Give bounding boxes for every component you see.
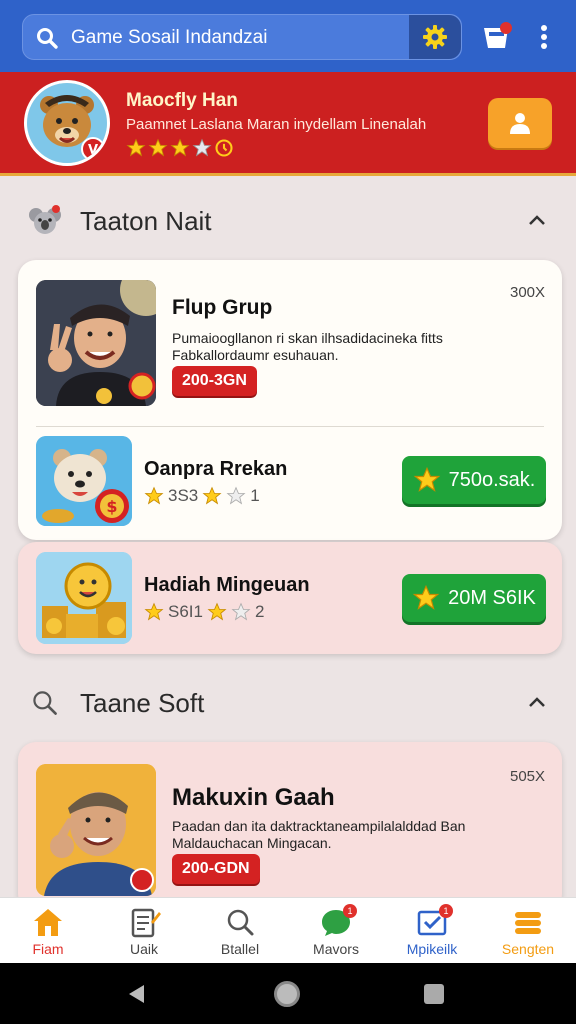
rating-text: S6I1 xyxy=(168,602,203,621)
avatar[interactable]: V xyxy=(24,80,110,166)
nav-item-notes[interactable]: Uaik xyxy=(96,898,192,963)
search-icon xyxy=(227,909,254,936)
nav-item-menu[interactable]: Sengten xyxy=(480,898,576,963)
search-icon xyxy=(37,28,58,49)
star-icon xyxy=(412,584,440,610)
recent-apps-button[interactable] xyxy=(424,984,444,1004)
claim-button[interactable]: 20M S6IK xyxy=(402,574,546,622)
system-navigation-bar xyxy=(0,963,576,1024)
star-empty-icon xyxy=(231,602,251,621)
item-title: Flup Grup xyxy=(172,296,273,319)
chevron-up-icon[interactable] xyxy=(526,212,548,228)
profile-name: Maocfly Han xyxy=(126,90,238,111)
search-input[interactable]: Game Sosail Indandzai xyxy=(71,27,267,49)
nav-item-search[interactable]: Btallel xyxy=(192,898,288,963)
rating-count: 2 xyxy=(254,602,265,621)
bear-avatar-icon: V xyxy=(27,83,107,163)
search-bar[interactable]: Game Sosail Indandzai xyxy=(22,14,462,60)
price-tag[interactable]: 200-GDN xyxy=(172,854,260,884)
item-title: Makuxin Gaah xyxy=(172,784,335,811)
section-title: Taaton Nait xyxy=(80,206,212,236)
section-header-2[interactable]: Taane Soft xyxy=(0,672,576,732)
search-icon xyxy=(33,691,57,715)
row-rating: 3S3 1 xyxy=(144,486,260,506)
nav-item-chat[interactable]: 1 Mavors xyxy=(288,898,384,963)
top-bar: Game Sosail Indandzai xyxy=(0,0,576,72)
row-thumbnail: $ xyxy=(36,436,132,526)
star-icon xyxy=(148,138,168,157)
cart-icon xyxy=(484,22,512,48)
coins-icon xyxy=(36,552,132,644)
profile-subtitle: Paamnet Laslana Maran inydellam Linenala… xyxy=(126,116,427,133)
nav-label: Sengten xyxy=(501,941,555,957)
person-image-icon xyxy=(36,280,156,406)
rating-text: 3S3 xyxy=(168,486,199,505)
multiplier-label: 300X xyxy=(510,284,546,301)
star-empty-icon xyxy=(192,138,212,157)
user-icon xyxy=(510,113,530,134)
timer-icon xyxy=(215,139,233,157)
nav-item-inbox[interactable]: 1 Mpikeilk xyxy=(384,898,480,963)
star-icon xyxy=(207,602,227,621)
profile-action-button[interactable] xyxy=(488,98,552,148)
row-rating: S6I1 2 xyxy=(144,602,264,622)
item-thumbnail xyxy=(36,764,156,896)
svg-text:$: $ xyxy=(106,497,117,516)
star-icon xyxy=(413,466,440,492)
back-icon[interactable] xyxy=(126,983,146,1005)
profile-rating xyxy=(126,138,234,158)
price-tag[interactable]: 200-3GN xyxy=(172,366,257,396)
bear-coin-icon: $ xyxy=(36,436,132,526)
item-description: Pumaioogllanon ri skan ilhsadidacineka f… xyxy=(172,330,443,363)
nav-label: Fiam xyxy=(32,941,64,957)
svg-text:V: V xyxy=(88,143,98,158)
koala-icon xyxy=(29,205,61,234)
chevron-up-icon[interactable] xyxy=(526,694,548,710)
featured-card[interactable]: Makuxin Gaah 505X Paadan dan ita daktrac… xyxy=(18,742,562,912)
star-icon xyxy=(126,138,146,157)
person-image-icon xyxy=(36,764,156,896)
item-description: Paadan dan ita daktracktaneampilalalddad… xyxy=(172,818,466,851)
star-icon xyxy=(144,486,164,505)
nav-item-home[interactable]: Fiam xyxy=(0,898,96,963)
settings-button[interactable] xyxy=(409,15,461,59)
menu-icon xyxy=(515,912,541,934)
nav-badge: 1 xyxy=(343,904,357,918)
row-title: Oanpra Rrekan xyxy=(144,458,288,480)
star-empty-icon xyxy=(226,486,246,505)
row-thumbnail xyxy=(36,552,132,644)
nav-label: Uaik xyxy=(129,941,158,957)
claim-button-label: 750o.sak. xyxy=(448,468,536,491)
more-menu-button[interactable] xyxy=(534,22,554,52)
star-icon xyxy=(170,138,190,157)
home-icon xyxy=(34,909,62,936)
profile-banner: V Maocfly Han Paamnet Laslana Maran inyd… xyxy=(0,72,576,176)
bottom-navigation: Fiam Uaik Btallel 1 Mavors 1 Mpikeilk Se… xyxy=(0,897,576,963)
reward-card[interactable]: Hadiah Mingeuan S6I1 2 20M S6IK xyxy=(18,542,562,654)
nav-label: Btallel xyxy=(220,941,260,957)
multiplier-label: 505X xyxy=(510,768,546,785)
nav-badge: 1 xyxy=(439,904,453,918)
claim-button-label: 20M S6IK xyxy=(448,586,536,609)
gear-icon xyxy=(423,25,447,49)
home-button[interactable] xyxy=(274,981,300,1007)
star-icon xyxy=(144,602,164,621)
star-icon xyxy=(202,486,222,505)
claim-button[interactable]: 750o.sak. xyxy=(402,456,546,504)
item-thumbnail xyxy=(36,280,156,406)
featured-card[interactable]: Flup Grup 300X Pumaioogllanon ri skan il… xyxy=(18,260,562,540)
row-title: Hadiah Mingeuan xyxy=(144,574,310,596)
section-header-1[interactable]: Taaton Nait xyxy=(0,190,576,250)
cart-button[interactable] xyxy=(480,20,514,54)
nav-label: Mavors xyxy=(313,941,359,957)
rating-count: 1 xyxy=(250,486,260,505)
more-vertical-icon xyxy=(541,25,547,31)
section-title: Taane Soft xyxy=(80,688,205,718)
divider xyxy=(36,426,544,427)
notes-icon xyxy=(131,908,161,938)
nav-label: Mpikeilk xyxy=(406,941,458,957)
